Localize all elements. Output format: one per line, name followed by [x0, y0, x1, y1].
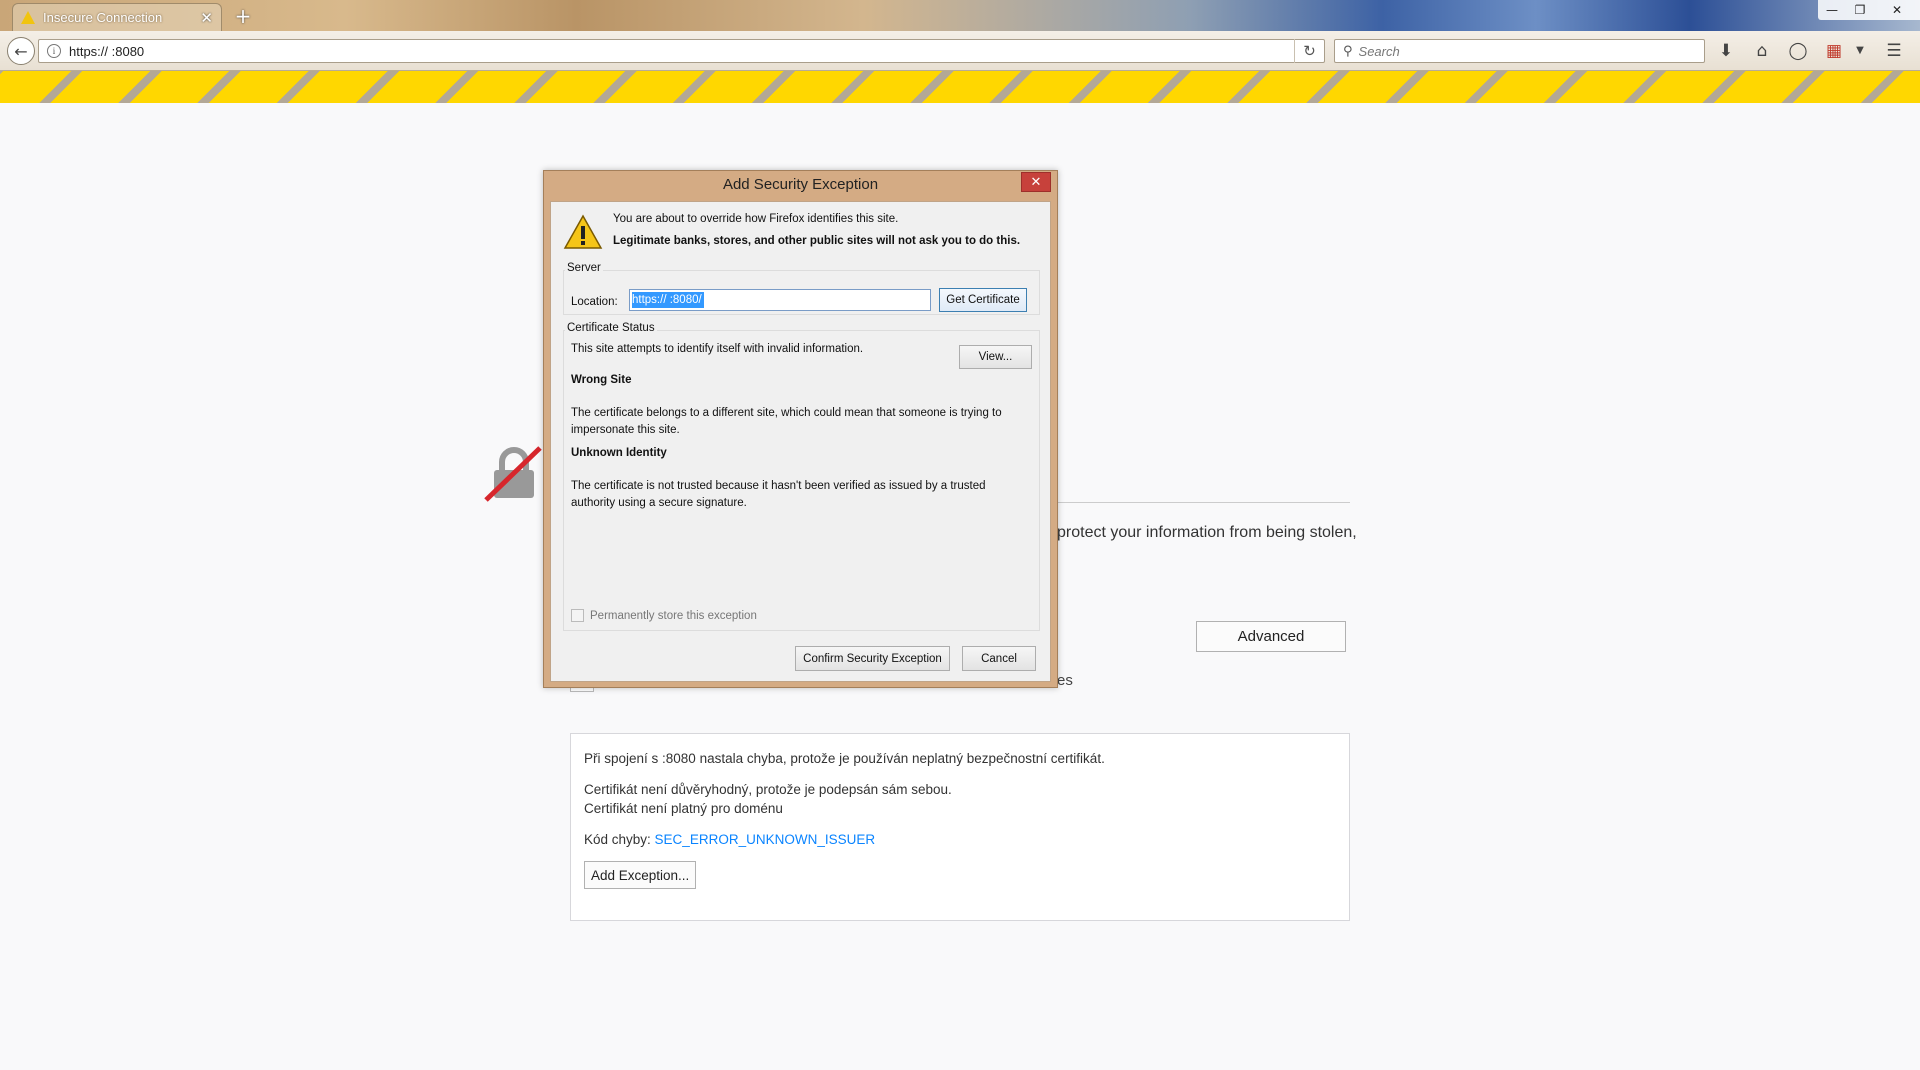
certificate-status-label: Certificate Status [565, 322, 657, 334]
dialog-title: Add Security Exception [722, 176, 879, 193]
error-description: protect your information from being stol… [1057, 524, 1357, 541]
dialog-close-button[interactable]: ✕ [1021, 172, 1051, 192]
back-button[interactable]: ← [7, 37, 35, 65]
advanced-button[interactable]: Advanced [1196, 621, 1346, 652]
server-group-label: Server [565, 262, 603, 274]
search-icon: ⚲ [1343, 43, 1353, 59]
warning-stripe [0, 71, 1920, 103]
broken-lock-icon [484, 446, 542, 502]
restore-button[interactable]: ❐ [1846, 0, 1874, 20]
error-detail-line: Při spojení s :8080 nastala chyba, proto… [584, 751, 1105, 766]
add-security-exception-dialog: Add Security Exception ✕ You are about t… [543, 170, 1058, 688]
error-code-link[interactable]: SEC_ERROR_UNKNOWN_ISSUER [655, 832, 876, 847]
intro-warning-text: Legitimate banks, stores, and other publ… [613, 235, 1021, 247]
status-text: This site attempts to identify itself wi… [571, 343, 864, 355]
search-bar[interactable]: ⚲ Search [1334, 39, 1705, 63]
wrong-site-description: The certificate belongs to a different s… [571, 407, 1002, 436]
reload-icon[interactable]: ↻ [1294, 39, 1324, 63]
confirm-security-exception-button[interactable]: Confirm Security Exception [795, 646, 950, 671]
window-controls: — ❐ ✕ [1818, 0, 1920, 20]
url-text[interactable]: https:// :8080 [69, 44, 144, 59]
back-arrow-icon: ← [14, 41, 28, 61]
error-details-box: Při spojení s :8080 nastala chyba, proto… [570, 733, 1350, 921]
extension-icon[interactable]: ◯ [1786, 40, 1810, 62]
permanent-store-row: Permanently store this exception [571, 609, 757, 622]
tab-title: Insecure Connection [43, 10, 163, 25]
view-button[interactable]: View... [959, 345, 1032, 369]
warning-icon [21, 11, 35, 24]
download-icon[interactable]: ⬇ [1714, 40, 1738, 62]
tab-close-icon[interactable]: ✕ [200, 9, 213, 27]
tab-strip: Insecure Connection ✕ + — ❐ ✕ [0, 0, 1920, 31]
window-close-button[interactable]: ✕ [1874, 0, 1920, 20]
chevron-down-icon[interactable]: ▼ [1848, 40, 1872, 62]
add-exception-button[interactable]: Add Exception... [584, 861, 697, 889]
location-input[interactable]: https:// :8080/ [629, 289, 931, 311]
get-certificate-label: Get Certificate [946, 294, 1020, 306]
warning-icon [563, 214, 603, 249]
divider [1058, 502, 1350, 503]
menu-icon[interactable]: ☰ [1882, 40, 1906, 62]
report-checkbox-label: es [1057, 672, 1073, 689]
dialog-body: You are about to override how Firefox id… [550, 201, 1051, 682]
error-code-row: Kód chyby: SEC_ERROR_UNKNOWN_ISSUER [584, 830, 1336, 849]
unknown-identity-description: The certificate is not trusted because i… [571, 480, 986, 509]
unknown-identity-title: Unknown Identity [571, 447, 667, 459]
error-code-label: Kód chyby: [584, 832, 655, 847]
search-input[interactable]: Search [1359, 44, 1400, 59]
home-icon[interactable]: ⌂ [1750, 40, 1774, 62]
location-value: https:// :8080/ [632, 292, 704, 308]
wrong-site-title: Wrong Site [571, 374, 632, 386]
new-tab-button[interactable]: + [232, 4, 254, 28]
navigation-toolbar: ← i https:// :8080 ↻ ⚲ Search ⬇ ⌂ ◯ ▦ ▼ … [0, 31, 1920, 71]
get-certificate-button[interactable]: Get Certificate [939, 288, 1027, 312]
intro-text: You are about to override how Firefox id… [613, 213, 899, 225]
info-icon[interactable]: i [47, 44, 61, 58]
permanent-store-label: Permanently store this exception [590, 609, 757, 622]
addon-icon[interactable]: ▦ [1822, 40, 1846, 62]
error-detail-line: Certifikát není platný pro doménu [584, 801, 783, 816]
url-bar[interactable]: i https:// :8080 ↻ [38, 39, 1325, 63]
location-label: Location: [571, 296, 618, 308]
permanent-store-checkbox[interactable] [571, 609, 584, 622]
cancel-button[interactable]: Cancel [962, 646, 1036, 671]
minimize-button[interactable]: — [1818, 0, 1846, 20]
error-detail-line: Certifikát není důvěryhodný, protože je … [584, 782, 952, 797]
tab-insecure-connection[interactable]: Insecure Connection ✕ [12, 3, 222, 31]
browser-chrome: Insecure Connection ✕ + — ❐ ✕ ← i https:… [0, 0, 1920, 103]
